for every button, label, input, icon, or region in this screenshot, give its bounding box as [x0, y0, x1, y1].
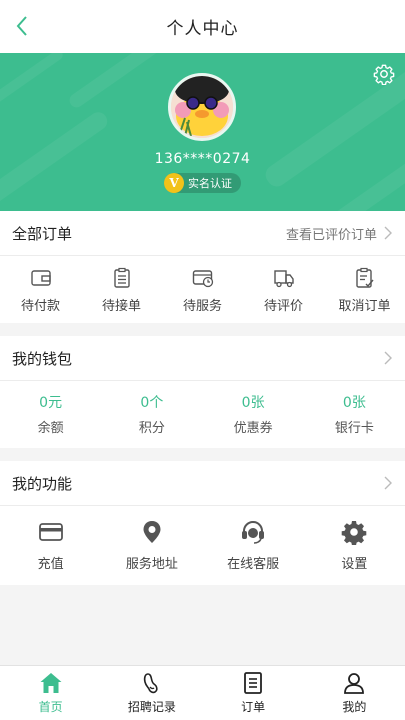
order-status-pending-accept[interactable]: 待接单	[81, 256, 162, 324]
function-label: 在线客服	[227, 556, 280, 572]
headset-icon	[242, 520, 265, 544]
card-icon	[38, 522, 63, 541]
order-status-pending-review[interactable]: 待评价	[243, 256, 324, 324]
wallet-label: 积分	[138, 421, 165, 436]
wallet-points[interactable]: 0个 积分	[101, 381, 202, 447]
user-icon	[344, 673, 365, 694]
avatar[interactable]	[168, 73, 236, 141]
wallet-title: 我的钱包	[12, 349, 73, 368]
wallet-label: 余额	[37, 421, 64, 436]
order-status-label: 取消订单	[338, 298, 391, 314]
tab-recruit-records[interactable]: 招聘记录	[101, 666, 202, 720]
chevron-left-icon	[16, 16, 27, 36]
wallet-balance[interactable]: 0元 余额	[0, 381, 101, 447]
footprint-icon	[143, 673, 158, 694]
cancel-doc-icon	[355, 267, 374, 288]
view-reviewed-orders-link[interactable]: 查看已评价订单	[286, 224, 377, 243]
wallet-value: 0张	[241, 395, 265, 411]
verify-v-icon: V	[164, 173, 184, 193]
page-title: 个人中心	[166, 19, 239, 39]
tab-label: 招聘记录	[127, 700, 176, 714]
bottom-tab-bar: 首页 招聘记录 订单 我的	[0, 665, 405, 720]
chevron-right-icon	[384, 351, 392, 365]
tab-label: 首页	[38, 700, 63, 714]
phone-number: 136****0274	[154, 151, 251, 167]
wallet-label: 优惠券	[233, 421, 273, 436]
verify-label: 实名认证	[188, 177, 232, 190]
function-label: 设置	[341, 556, 368, 572]
order-status-cancelled[interactable]: 取消订单	[324, 256, 405, 324]
order-status-pending-service[interactable]: 待服务	[162, 256, 243, 324]
functions-card: 我的功能 充值 服务地址 在线客服 设置	[0, 461, 405, 585]
function-settings[interactable]: 设置	[304, 506, 405, 584]
orders-card: 全部订单 查看已评价订单 待付款 待接单 待服务 待评价 取消订单	[0, 211, 405, 323]
gear-icon	[342, 520, 367, 545]
wallet-label: 银行卡	[334, 421, 374, 436]
chevron-right-icon	[384, 226, 392, 240]
wallet-header[interactable]: 我的钱包	[0, 336, 405, 381]
chevron-right-icon	[384, 476, 392, 490]
card-clock-icon	[192, 269, 213, 287]
function-recharge[interactable]: 充值	[0, 506, 101, 584]
order-status-label: 待接单	[101, 298, 141, 314]
order-status-pending-payment[interactable]: 待付款	[0, 256, 81, 324]
list-icon	[244, 672, 263, 694]
tab-orders[interactable]: 订单	[203, 666, 304, 720]
home-icon	[40, 673, 62, 693]
function-label: 服务地址	[125, 556, 178, 572]
function-online-support[interactable]: 在线客服	[203, 506, 304, 584]
wallet-value: 0个	[140, 395, 164, 411]
avatar-duck-image	[171, 76, 233, 138]
top-nav-bar: 个人中心	[0, 0, 405, 53]
settings-gear-icon[interactable]	[373, 63, 395, 85]
truck-icon	[273, 269, 294, 287]
back-button[interactable]	[6, 10, 38, 42]
wallet-value: 0元	[39, 395, 63, 411]
wallet-bank-cards[interactable]: 0张 银行卡	[304, 381, 405, 447]
orders-title: 全部订单	[12, 224, 73, 243]
wallet-coupons[interactable]: 0张 优惠券	[203, 381, 304, 447]
function-label: 充值	[37, 556, 64, 572]
wallet-value: 0张	[342, 395, 366, 411]
functions-header[interactable]: 我的功能	[0, 461, 405, 506]
tab-label: 订单	[241, 700, 266, 714]
order-status-label: 待服务	[182, 298, 222, 314]
profile-header: 136****0274 V 实名认证	[0, 53, 405, 211]
functions-title: 我的功能	[12, 474, 73, 493]
verified-badge: V 实名认证	[164, 173, 241, 193]
function-service-address[interactable]: 服务地址	[101, 506, 202, 584]
wallet-card: 我的钱包 0元 余额 0个 积分 0张 优惠券 0张 银行卡	[0, 336, 405, 448]
tab-mine[interactable]: 我的	[304, 666, 405, 720]
clipboard-icon	[113, 267, 130, 288]
tab-label: 我的	[342, 700, 367, 714]
location-icon	[143, 520, 161, 543]
tab-home[interactable]: 首页	[0, 666, 101, 720]
wallet-icon	[30, 269, 51, 286]
order-status-label: 待付款	[20, 298, 60, 314]
orders-header[interactable]: 全部订单 查看已评价订单	[0, 211, 405, 256]
order-status-label: 待评价	[263, 298, 303, 314]
